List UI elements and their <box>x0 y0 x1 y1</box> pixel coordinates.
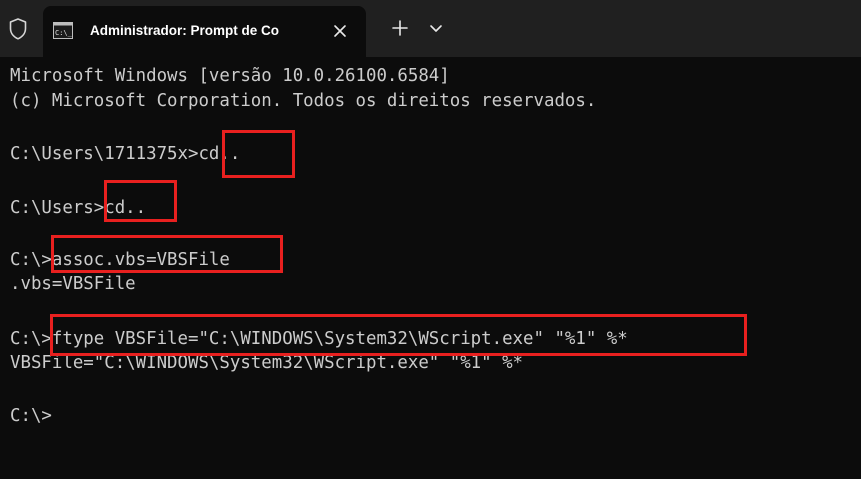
cmd-icon: C:\_ <box>53 22 73 39</box>
terminal-line: C:\> <box>10 406 52 426</box>
shield-icon <box>9 18 27 40</box>
terminal-line: C:\Users\1711375x>cd.. <box>10 144 241 164</box>
terminal-line: Microsoft Windows [versão 10.0.26100.658… <box>10 66 450 86</box>
tab-bar: C:\_ Administrador: Prompt de Co <box>0 0 861 57</box>
highlight-box <box>222 130 295 178</box>
close-icon[interactable] <box>328 19 352 43</box>
highlight-box <box>51 235 283 273</box>
plus-icon[interactable] <box>388 16 412 40</box>
tab-title: Administrador: Prompt de Co <box>90 23 280 38</box>
highlight-box <box>104 180 177 222</box>
chevron-down-icon[interactable] <box>426 18 446 38</box>
terminal-line: .vbs=VBSFile <box>10 274 136 294</box>
highlight-box <box>50 314 747 356</box>
tab-command-prompt[interactable]: C:\_ Administrador: Prompt de Co <box>43 6 366 57</box>
terminal-line: (c) Microsoft Corporation. Todos os dire… <box>10 91 597 111</box>
svg-text:C:\_: C:\_ <box>55 29 73 37</box>
